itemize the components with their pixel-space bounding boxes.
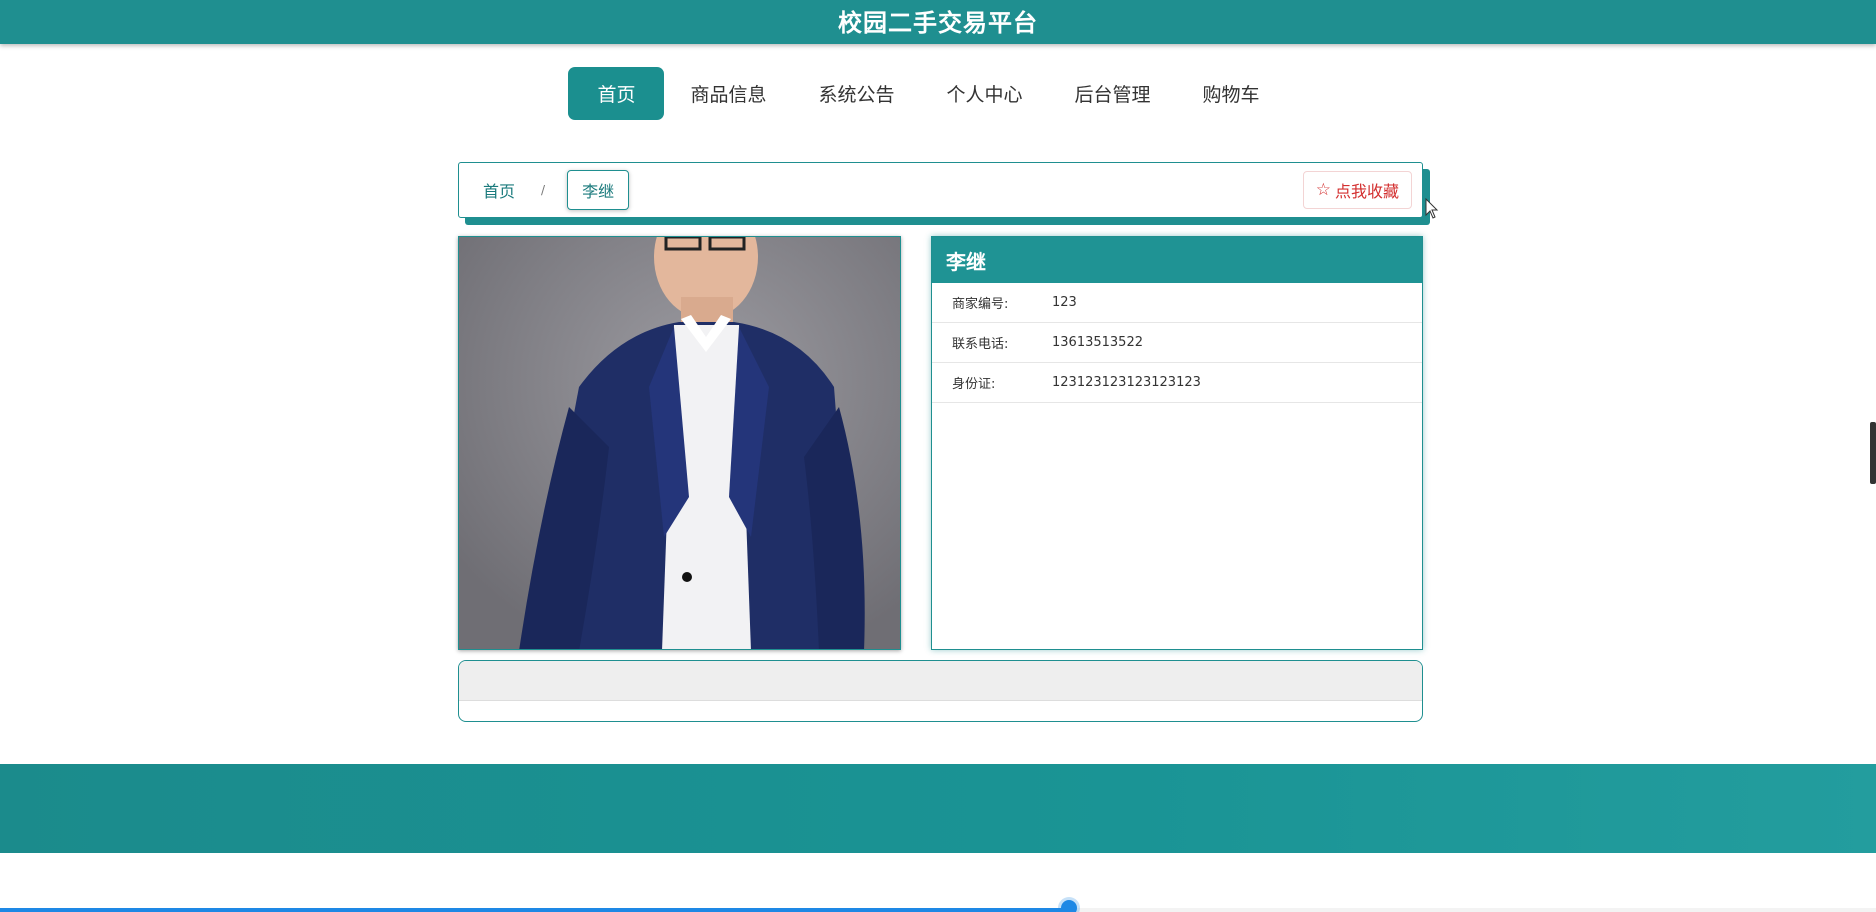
scrollbar-thumb[interactable]	[1870, 422, 1876, 484]
nav-item-products[interactable]: 商品信息	[664, 67, 792, 120]
video-progress-fill	[0, 908, 1070, 912]
mouse-cursor-icon	[1425, 198, 1439, 219]
nav-item-home[interactable]: 首页	[568, 67, 665, 120]
breadcrumb-current: 李继	[567, 170, 630, 210]
detail-panel-header	[459, 661, 1422, 701]
breadcrumb-home-link[interactable]: 首页	[483, 178, 515, 202]
merchant-photo	[458, 236, 901, 650]
video-progress-bar[interactable]	[0, 900, 1876, 912]
detail-panel	[458, 660, 1423, 722]
header-bar: 校园二手交易平台	[0, 0, 1876, 44]
info-label: 商家编号:	[952, 297, 1009, 312]
star-icon: ☆	[1315, 180, 1331, 200]
info-label: 身份证:	[952, 377, 996, 392]
info-row-merchant-id: 商家编号: 123	[932, 283, 1422, 323]
breadcrumb: 首页 / 李继 ☆ 点我收藏	[458, 162, 1423, 218]
nav-item-announcements[interactable]: 系统公告	[792, 67, 920, 120]
info-row-id-card: 身份证: 123123123123123123	[932, 363, 1422, 403]
merchant-info-panel: 李继 商家编号: 123 联系电话: 13613513522 身份证: 1231…	[931, 236, 1423, 650]
collect-button-label: 点我收藏	[1334, 182, 1399, 201]
info-value: 123	[1052, 295, 1077, 310]
info-value: 123123123123123123	[1052, 375, 1201, 390]
video-progress-handle[interactable]	[1061, 900, 1078, 912]
breadcrumb-separator: /	[541, 183, 546, 197]
info-row-phone: 联系电话: 13613513522	[932, 323, 1422, 363]
collect-button[interactable]: ☆ 点我收藏	[1302, 171, 1412, 209]
nav-item-cart[interactable]: 购物车	[1177, 67, 1286, 120]
merchant-portrait-image	[459, 237, 900, 649]
info-label: 联系电话:	[952, 337, 1009, 352]
nav-item-admin[interactable]: 后台管理	[1049, 67, 1177, 120]
main-nav: 首页 商品信息 系统公告 个人中心 后台管理 购物车	[0, 67, 1876, 120]
merchant-name-heading: 李继	[932, 237, 1422, 283]
info-value: 13613513522	[1052, 335, 1143, 350]
site-title: 校园二手交易平台	[838, 8, 1038, 37]
footer	[0, 764, 1876, 853]
nav-item-personal-center[interactable]: 个人中心	[921, 67, 1049, 120]
